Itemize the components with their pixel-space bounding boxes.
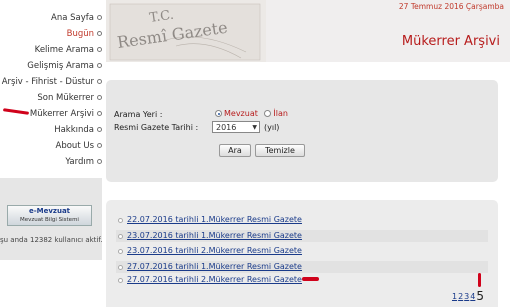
bullet-icon bbox=[97, 127, 102, 132]
year-suffix: (yıl) bbox=[264, 123, 280, 132]
bullet-icon bbox=[97, 47, 102, 52]
search-panel: Arama Yeri : Mevzuat İlan Resmi Gazete T… bbox=[106, 80, 498, 182]
nav-item-bugun[interactable]: Bugün bbox=[0, 26, 102, 42]
result-link[interactable]: 23.07.2016 tarihli 2.Mükerrer Resmi Gaze… bbox=[127, 246, 302, 255]
page-link-3[interactable]: 3 bbox=[464, 292, 469, 301]
result-item[interactable]: 23.07.2016 tarihli 1.Mükerrer Resmi Gaze… bbox=[116, 230, 488, 242]
page-title: Mükerrer Arşivi bbox=[401, 34, 500, 49]
bullet-icon bbox=[97, 63, 102, 68]
bullet-icon bbox=[118, 264, 123, 270]
radio-mevzuat-label[interactable]: Mevzuat bbox=[224, 109, 258, 118]
annotation-marker bbox=[302, 277, 319, 281]
online-users-text: şu anda 12382 kullanıcı aktif. bbox=[0, 236, 102, 244]
result-link[interactable]: 27.07.2016 tarihli 1.Mükerrer Resmi Gaze… bbox=[127, 262, 302, 271]
nav-item-mukerrer-arsivi[interactable]: Mükerrer Arşivi bbox=[0, 106, 102, 122]
search-location-options: Mevzuat İlan bbox=[215, 109, 288, 118]
nav-label: Ana Sayfa bbox=[51, 13, 94, 23]
bullet-icon bbox=[118, 233, 123, 239]
site-header: T.C. Resmî Gazete 27 Temmuz 2016 Çarşamb… bbox=[106, 0, 510, 62]
nav-item-son-mukerrer[interactable]: Son Mükerrer bbox=[0, 90, 102, 106]
year-select-value: 2016 bbox=[216, 123, 237, 132]
date-label: Resmi Gazete Tarihi : bbox=[114, 123, 199, 132]
nav-label: Kelime Arama bbox=[34, 45, 94, 55]
result-link[interactable]: 22.07.2016 tarihli 1.Mükerrer Resmi Gaze… bbox=[127, 215, 302, 224]
radio-mevzuat[interactable] bbox=[215, 110, 222, 117]
bullet-icon bbox=[97, 159, 102, 164]
nav-item-about-us[interactable]: About Us bbox=[0, 138, 102, 154]
emevzuat-title: e-Mevzuat bbox=[28, 207, 71, 215]
page-current: 5 bbox=[476, 289, 484, 303]
nav-label: Hakkında bbox=[54, 125, 94, 135]
result-link[interactable]: 23.07.2016 tarihli 1.Mükerrer Resmi Gaze… bbox=[127, 231, 302, 240]
nav-label: Son Mükerrer bbox=[37, 93, 94, 103]
bullet-icon bbox=[118, 217, 123, 223]
pagination: 12345 bbox=[451, 289, 484, 303]
nav-item-arsiv[interactable]: Arşiv - Fihrist - Düstur bbox=[0, 74, 102, 90]
nav-label: About Us bbox=[55, 141, 94, 151]
bullet-icon bbox=[97, 15, 102, 20]
bullet-icon bbox=[118, 277, 123, 283]
emevzuat-banner-button[interactable]: e-Mevzuat Mevzuat Bilgi Sistemi bbox=[7, 205, 92, 226]
year-select[interactable]: 2016 ▼ bbox=[212, 121, 260, 133]
clear-button[interactable]: Temizle bbox=[255, 144, 305, 157]
result-item[interactable]: 23.07.2016 tarihli 2.Mükerrer Resmi Gaze… bbox=[116, 245, 488, 257]
nav-label: Yardım bbox=[65, 157, 94, 167]
result-item[interactable]: 22.07.2016 tarihli 1.Mükerrer Resmi Gaze… bbox=[116, 214, 488, 226]
resmi-gazete-logo[interactable]: T.C. Resmî Gazete bbox=[106, 0, 266, 62]
page-link-2[interactable]: 2 bbox=[458, 292, 463, 301]
nav-item-ana-sayfa[interactable]: Ana Sayfa bbox=[0, 10, 102, 26]
nav-item-gelismis-arama[interactable]: Gelişmiş Arama bbox=[0, 58, 102, 74]
radio-ilan-label[interactable]: İlan bbox=[273, 109, 288, 118]
current-date: 27 Temmuz 2016 Çarşamba bbox=[398, 2, 504, 11]
chevron-down-icon: ▼ bbox=[252, 124, 257, 131]
result-link[interactable]: 27.07.2016 tarihli 2.Mükerrer Resmi Gaze… bbox=[127, 275, 302, 284]
nav-label: Mükerrer Arşivi bbox=[29, 109, 94, 119]
results-panel: 22.07.2016 tarihli 1.Mükerrer Resmi Gaze… bbox=[106, 200, 498, 307]
nav-label: Arşiv - Fihrist - Düstur bbox=[1, 77, 94, 87]
radio-ilan[interactable] bbox=[264, 110, 272, 117]
bullet-icon bbox=[97, 111, 102, 116]
annotation-marker bbox=[478, 273, 481, 287]
nav-item-yardim[interactable]: Yardım bbox=[0, 154, 102, 170]
nav-label: Gelişmiş Arama bbox=[27, 61, 94, 71]
result-item[interactable]: 27.07.2016 tarihli 1.Mükerrer Resmi Gaze… bbox=[116, 261, 488, 273]
page-link-4[interactable]: 4 bbox=[470, 292, 475, 301]
bullet-icon bbox=[97, 95, 102, 100]
emevzuat-subtitle: Mevzuat Bilgi Sistemi bbox=[20, 217, 79, 223]
nav-label: Bugün bbox=[66, 29, 94, 39]
bullet-icon bbox=[97, 79, 102, 84]
bullet-icon bbox=[118, 248, 123, 254]
nav-item-kelime-arama[interactable]: Kelime Arama bbox=[0, 42, 102, 58]
bullet-icon bbox=[97, 31, 102, 36]
search-button[interactable]: Ara bbox=[219, 144, 251, 157]
search-location-label: Arama Yeri : bbox=[114, 110, 163, 119]
bullet-icon bbox=[97, 143, 102, 148]
nav-item-hakkinda[interactable]: Hakkında bbox=[0, 122, 102, 138]
page-link-1[interactable]: 1 bbox=[452, 292, 457, 301]
